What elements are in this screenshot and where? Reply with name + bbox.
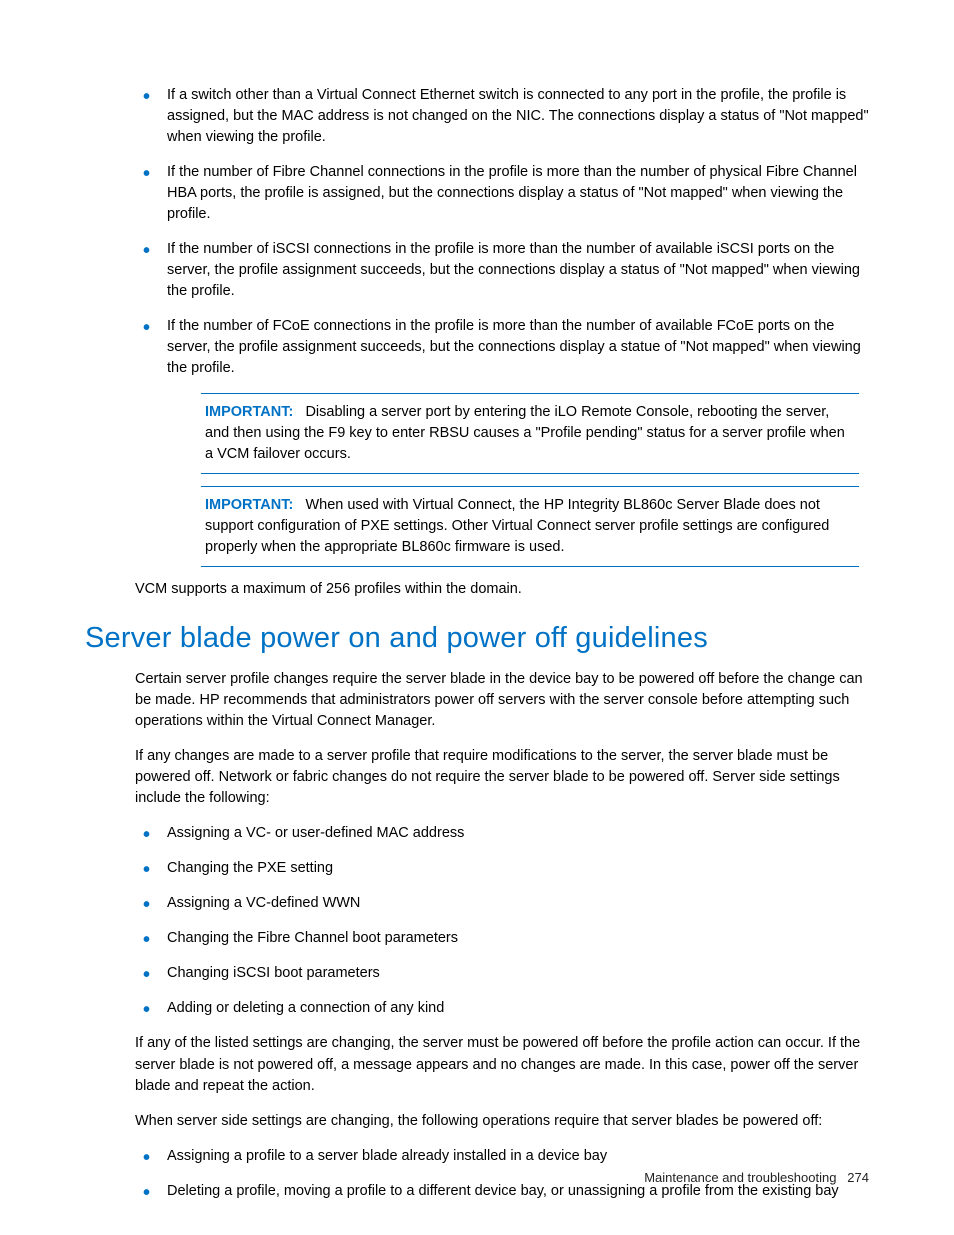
body-paragraph: If any changes are made to a server prof…	[135, 746, 869, 809]
settings-list: Assigning a VC- or user-defined MAC addr…	[135, 823, 869, 1019]
list-item: Assigning a profile to a server blade al…	[135, 1146, 869, 1167]
callout-text: Disabling a server port by entering the …	[205, 404, 845, 462]
footer-page-number: 274	[847, 1170, 869, 1185]
section-heading: Server blade power on and power off guid…	[85, 622, 869, 655]
page-footer: Maintenance and troubleshooting 274	[644, 1170, 869, 1185]
important-callout-2: IMPORTANT: When used with Virtual Connec…	[201, 486, 859, 567]
list-item: Changing the PXE setting	[135, 858, 869, 879]
list-item: If the number of Fibre Channel connectio…	[135, 162, 869, 225]
callout-text: When used with Virtual Connect, the HP I…	[205, 497, 829, 555]
list-item: If the number of iSCSI connections in th…	[135, 239, 869, 302]
body-paragraph: If any of the listed settings are changi…	[135, 1033, 869, 1096]
list-item: If a switch other than a Virtual Connect…	[135, 85, 869, 148]
profile-notes-list: If a switch other than a Virtual Connect…	[135, 85, 869, 379]
list-item: Assigning a VC-defined WWN	[135, 893, 869, 914]
list-item: If the number of FCoE connections in the…	[135, 316, 869, 379]
body-paragraph: Certain server profile changes require t…	[135, 669, 869, 732]
page-content: If a switch other than a Virtual Connect…	[85, 85, 869, 1202]
callout-label: IMPORTANT:	[205, 497, 293, 513]
list-item: Adding or deleting a connection of any k…	[135, 998, 869, 1019]
closing-paragraph: VCM supports a maximum of 256 profiles w…	[135, 579, 869, 600]
body-paragraph: When server side settings are changing, …	[135, 1111, 869, 1132]
important-callout-1: IMPORTANT: Disabling a server port by en…	[201, 393, 859, 474]
list-item: Changing iSCSI boot parameters	[135, 963, 869, 984]
footer-section: Maintenance and troubleshooting	[644, 1170, 836, 1185]
callout-label: IMPORTANT:	[205, 404, 293, 420]
list-item: Changing the Fibre Channel boot paramete…	[135, 928, 869, 949]
list-item: Assigning a VC- or user-defined MAC addr…	[135, 823, 869, 844]
